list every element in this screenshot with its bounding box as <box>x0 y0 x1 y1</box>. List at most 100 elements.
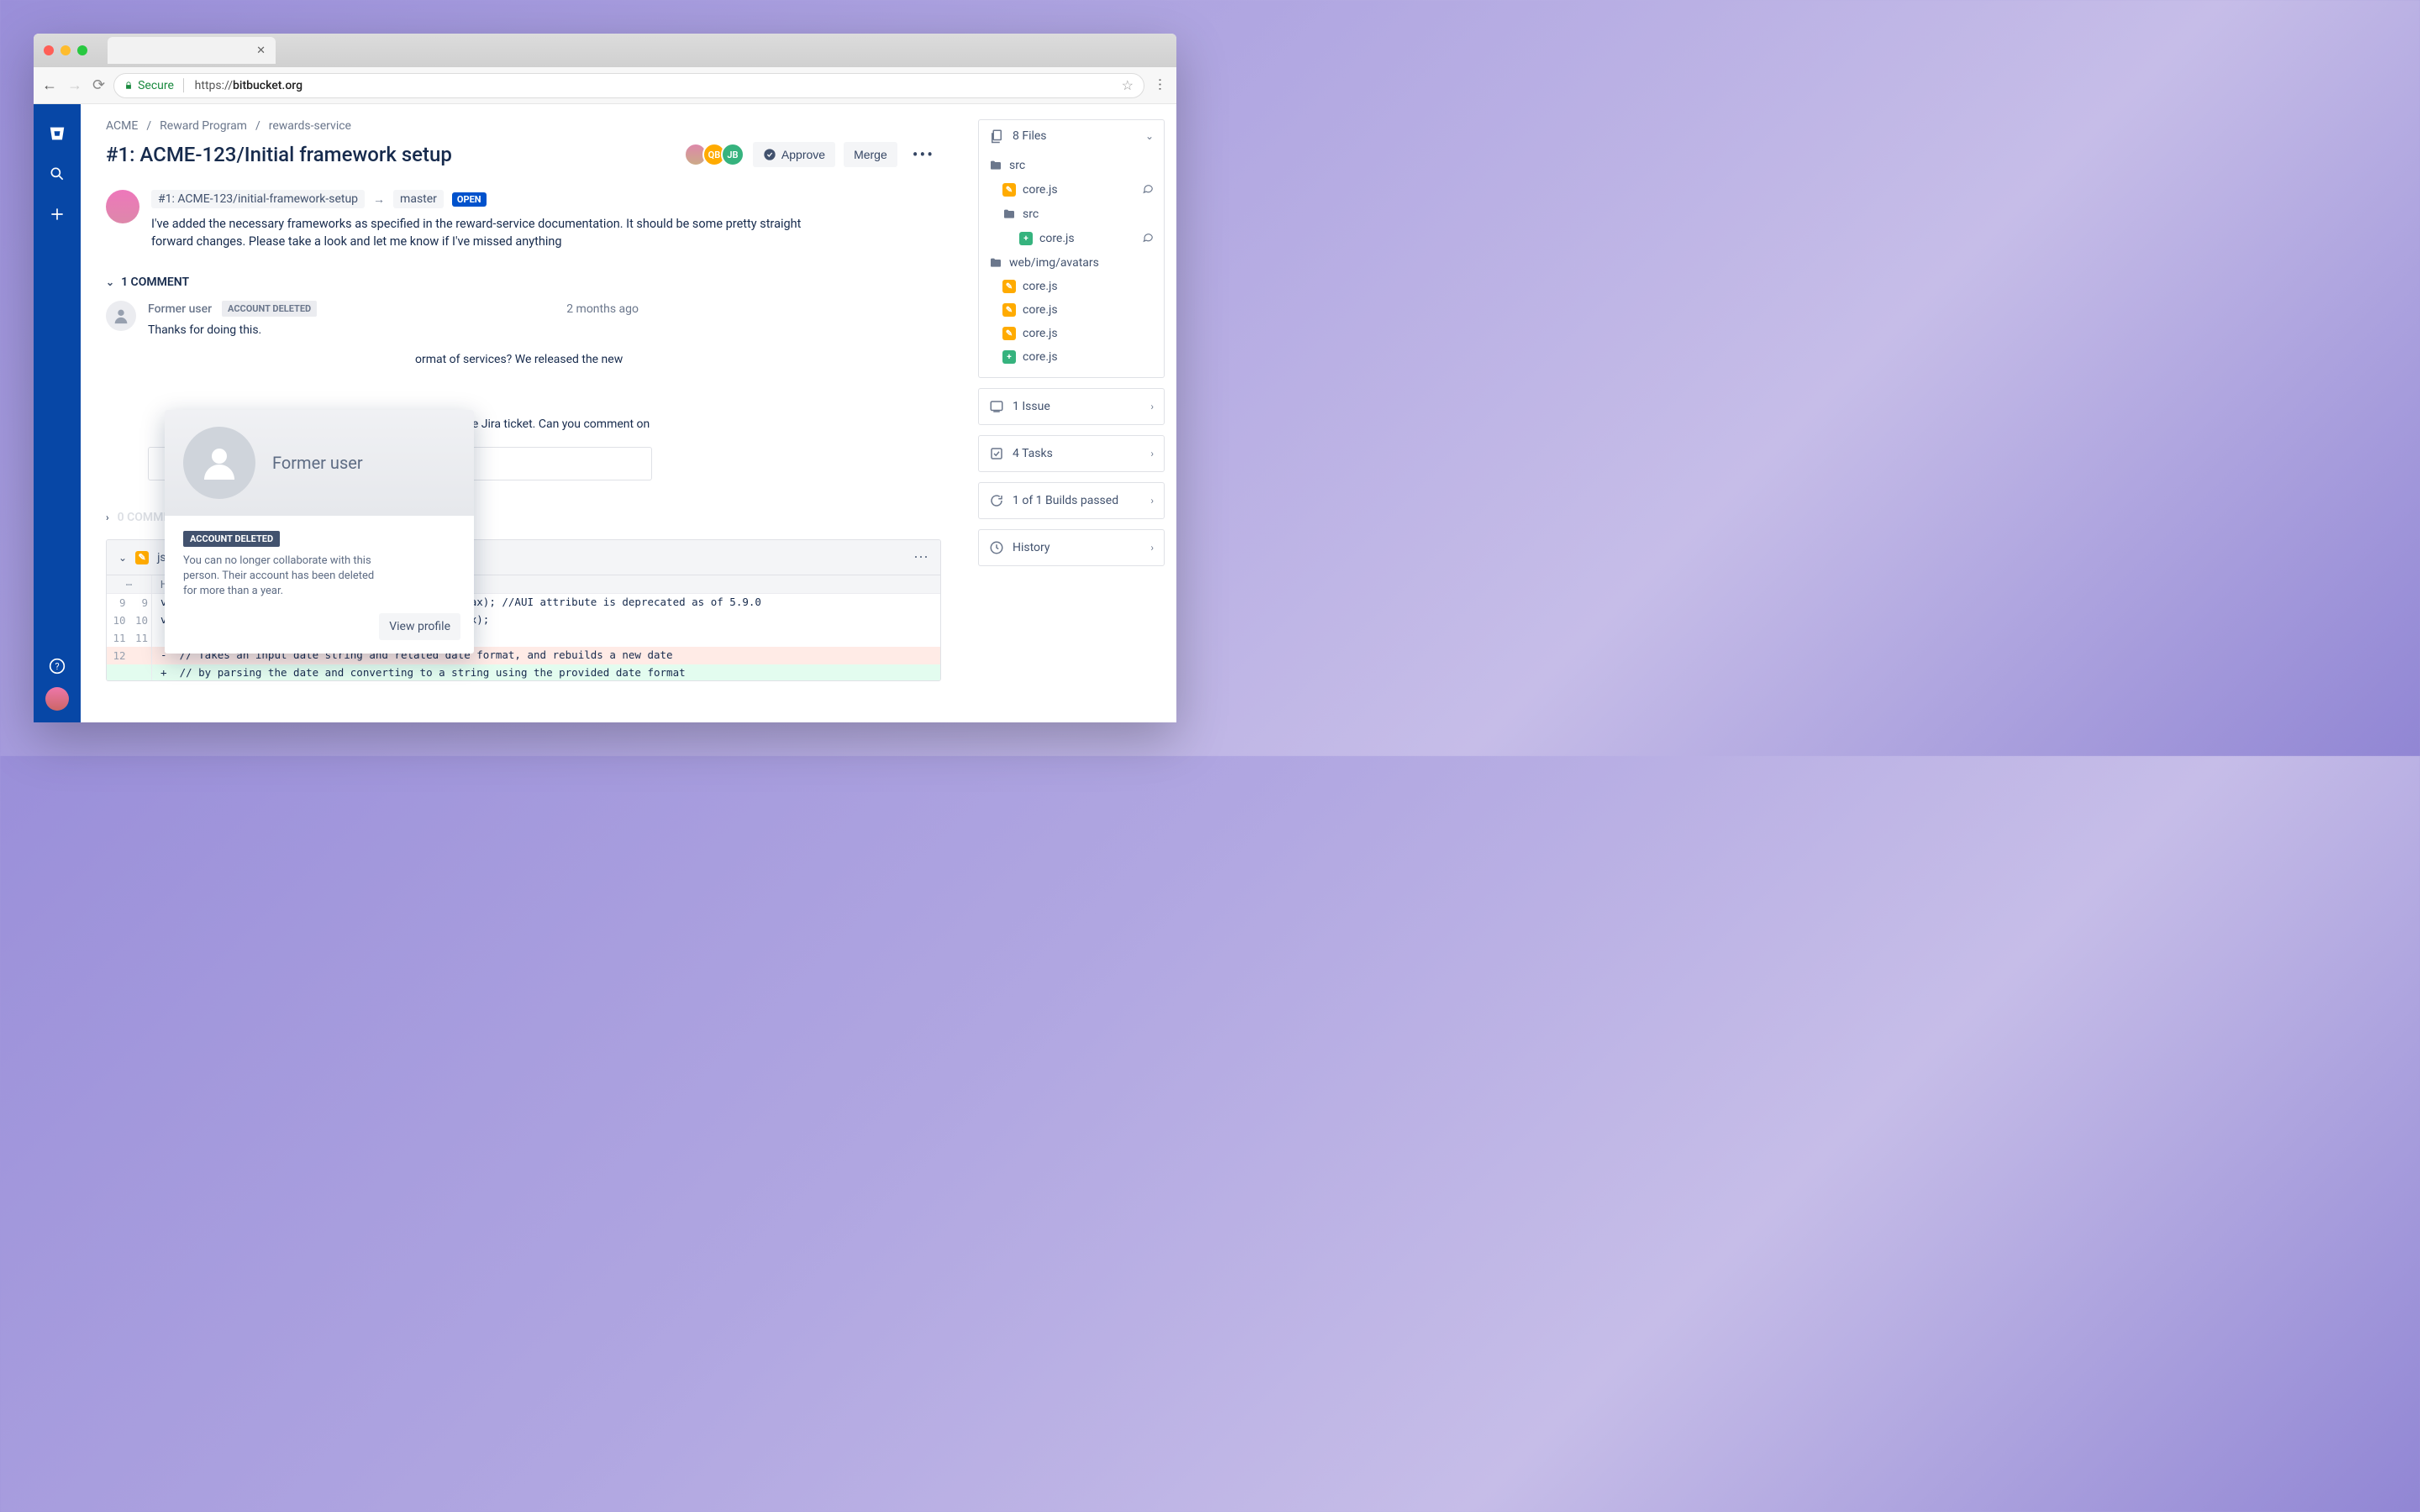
diff-line[interactable]: + // by parsing the date and converting … <box>107 664 940 680</box>
issues-label: 1 Issue <box>1013 400 1050 413</box>
window-controls[interactable] <box>44 45 87 55</box>
comment-body-line: ormat of services? We released the new <box>148 351 941 369</box>
file-more-icon[interactable]: ⋯ <box>913 549 929 566</box>
builds-card[interactable]: 1 of 1 Builds passed › <box>978 482 1165 519</box>
help-icon[interactable]: ? <box>48 657 66 675</box>
breadcrumb-item[interactable]: ACME <box>106 119 138 133</box>
tree-file[interactable]: + core.js <box>986 226 1157 251</box>
folder-icon <box>1002 207 1016 221</box>
lock-icon <box>124 81 133 90</box>
file-tree: src ✎ core.js src + core.js web/img/avatars ✎ co… <box>979 152 1164 377</box>
browser-menu-icon[interactable]: ⋯ <box>1153 78 1169 93</box>
merge-label: Merge <box>854 148 887 161</box>
arrow-right-icon: → <box>373 192 385 207</box>
chevron-right-icon: › <box>106 512 109 523</box>
approve-button[interactable]: Approve <box>753 142 835 167</box>
history-card[interactable]: History › <box>978 529 1165 566</box>
tree-item-label: core.js <box>1023 303 1058 317</box>
comments-count-label: 1 COMMENT <box>121 276 189 289</box>
files-card: 8 Files ⌄ src✎core.jssrc+core.jsweb/img/… <box>978 119 1165 378</box>
tree-file[interactable]: +core.js <box>986 345 1157 369</box>
chevron-down-icon[interactable]: ⌄ <box>118 552 127 564</box>
tasks-label: 4 Tasks <box>1013 447 1053 460</box>
person-icon <box>199 443 239 483</box>
pr-description: I've added the necessary frameworks as s… <box>151 215 807 250</box>
breadcrumb-item[interactable]: rewards-service <box>269 119 351 133</box>
chevron-right-icon: › <box>1150 542 1154 554</box>
comment-icon <box>1142 231 1154 246</box>
issue-icon <box>989 399 1004 414</box>
address-bar[interactable]: Secure │ https://bitbucket.org ☆ <box>113 73 1144 98</box>
tree-item-label: core.js <box>1023 280 1058 293</box>
search-icon[interactable] <box>48 165 66 183</box>
check-circle-icon <box>763 148 776 161</box>
comment-body-line: Thanks for doing this. <box>148 322 941 339</box>
browser-tab[interactable]: ✕ <box>108 37 276 64</box>
tree-file[interactable]: ✎core.js <box>986 275 1157 298</box>
comment-icon <box>1142 182 1154 197</box>
merge-button[interactable]: Merge <box>844 142 897 167</box>
app-shell: ? ACME / Reward Program / rewards-servic… <box>34 104 1176 722</box>
tasks-card[interactable]: 4 Tasks › <box>978 435 1165 472</box>
page-title: #1: ACME-123/Initial framework setup <box>106 143 452 166</box>
more-actions-icon[interactable]: ••• <box>906 141 941 168</box>
secure-label: Secure <box>138 79 174 92</box>
modified-file-icon: ✎ <box>1002 303 1016 317</box>
bitbucket-logo-icon[interactable] <box>48 124 66 143</box>
profile-avatar[interactable] <box>45 687 69 711</box>
person-icon <box>112 307 130 325</box>
tree-folder[interactable]: src <box>986 154 1157 177</box>
modified-file-icon: ✎ <box>1002 183 1016 197</box>
comments-header[interactable]: ⌄ 1 COMMENT <box>106 276 941 289</box>
added-file-icon: + <box>1019 232 1033 245</box>
folder-icon <box>989 256 1002 270</box>
author-avatar[interactable] <box>106 190 139 223</box>
modified-file-icon: ✎ <box>1002 327 1016 340</box>
history-icon <box>989 540 1004 555</box>
comment-author[interactable]: Former user <box>148 302 212 316</box>
comment-time: 2 months ago <box>566 302 639 316</box>
create-icon[interactable] <box>48 205 66 223</box>
right-sidebar: 8 Files ⌄ src✎core.jssrc+core.jsweb/img/… <box>966 104 1176 722</box>
target-branch[interactable]: master <box>393 190 444 208</box>
tree-folder[interactable]: src <box>986 202 1157 226</box>
folder-icon <box>989 159 1002 172</box>
pr-content: ACME / Reward Program / rewards-service … <box>81 104 966 722</box>
view-profile-button[interactable]: View profile <box>379 613 460 640</box>
back-icon[interactable]: ← <box>42 76 57 94</box>
avatar[interactable]: JB <box>721 143 744 166</box>
close-window-icon[interactable] <box>44 45 54 55</box>
source-branch[interactable]: #1: ACME-123/initial-framework-setup <box>151 190 365 208</box>
tree-item-label: core.js <box>1039 232 1075 245</box>
breadcrumb-item[interactable]: Reward Program <box>160 119 247 133</box>
chevron-right-icon: › <box>1150 448 1154 459</box>
bookmark-icon[interactable]: ☆ <box>1122 77 1134 93</box>
reload-icon[interactable]: ⟳ <box>92 76 105 94</box>
tree-folder[interactable]: web/img/avatars <box>986 251 1157 275</box>
tree-item-label: web/img/avatars <box>1009 256 1099 270</box>
tree-file[interactable]: ✎ core.js <box>986 298 1157 322</box>
minimize-window-icon[interactable] <box>60 45 71 55</box>
url-host: bitbucket.org <box>233 79 302 92</box>
tree-item-label: src <box>1009 159 1025 172</box>
tree-item-label: core.js <box>1023 327 1058 340</box>
close-tab-icon[interactable]: ✕ <box>256 45 266 57</box>
comment-avatar[interactable] <box>106 301 136 331</box>
maximize-window-icon[interactable] <box>77 45 87 55</box>
toolbar: ← → ⟳ Secure │ https://bitbucket.org ☆ ⋯ <box>34 67 1176 104</box>
svg-text:?: ? <box>55 661 59 672</box>
chevron-down-icon[interactable]: ⌄ <box>1145 130 1154 142</box>
issues-card[interactable]: 1 Issue › <box>978 388 1165 425</box>
nav-arrows: ← → ⟳ <box>42 76 105 94</box>
profile-hover-card: Former user ACCOUNT DELETED You can no l… <box>165 410 474 654</box>
forward-icon[interactable]: → <box>67 76 82 94</box>
approve-label: Approve <box>781 148 825 161</box>
chevron-right-icon: › <box>1150 495 1154 507</box>
gutter-expand-icon[interactable]: ⋯ <box>107 575 152 593</box>
global-nav: ? <box>34 104 81 722</box>
breadcrumb: ACME / Reward Program / rewards-service <box>106 119 941 133</box>
history-label: History <box>1013 541 1050 554</box>
profile-card-badge: ACCOUNT DELETED <box>183 531 280 547</box>
tree-file[interactable]: ✎core.js <box>986 177 1157 202</box>
tree-file[interactable]: ✎ core.js <box>986 322 1157 345</box>
